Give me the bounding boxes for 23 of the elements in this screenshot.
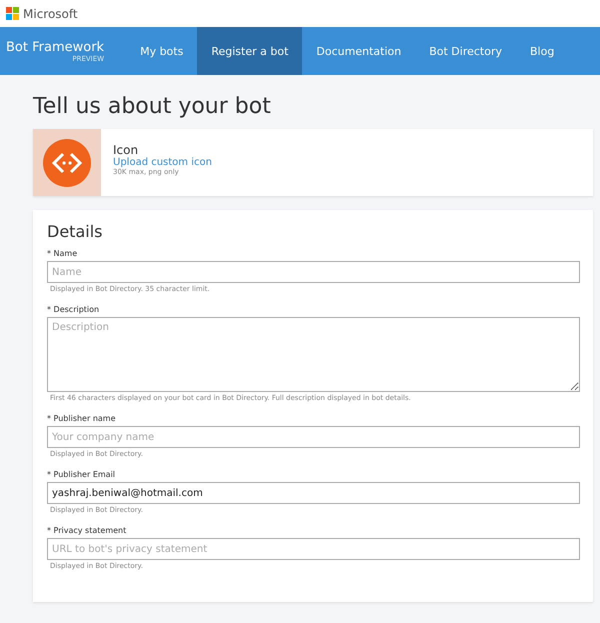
upload-link[interactable]: Upload custom icon — [113, 157, 212, 168]
section-title: Details — [47, 222, 104, 241]
nav-tab[interactable]: My bots — [126, 27, 198, 75]
field-label: * Privacy statement — [47, 526, 128, 535]
input-field[interactable]: Your company name — [47, 426, 580, 448]
code-icon — [43, 138, 91, 186]
nav-tab[interactable]: Register a bot — [197, 27, 302, 75]
text-area[interactable]: Description — [47, 317, 580, 392]
page-title: Tell us about your bot — [33, 94, 272, 119]
nav-tab[interactable]: Blog — [516, 27, 568, 75]
nav-tab[interactable]: Bot Directory — [415, 27, 516, 75]
field-label: * Description — [47, 305, 100, 314]
field-label: * Name — [47, 249, 78, 258]
field-label: * Publisher name — [47, 414, 116, 423]
icon-heading: Icon — [113, 143, 140, 157]
logo-icon — [6, 7, 19, 20]
field-label: * Publisher Email — [47, 470, 116, 479]
nav-tab[interactable]: Documentation — [302, 27, 416, 75]
input-field[interactable]: URL to bot's privacy statement — [47, 538, 580, 560]
input-field[interactable]: yashraj.beniwal@hotmail.com — [47, 482, 580, 504]
site-title: Bot Framework — [6, 40, 104, 54]
brand-name: Microsoft — [23, 6, 78, 20]
input-field[interactable]: Name — [47, 261, 580, 283]
